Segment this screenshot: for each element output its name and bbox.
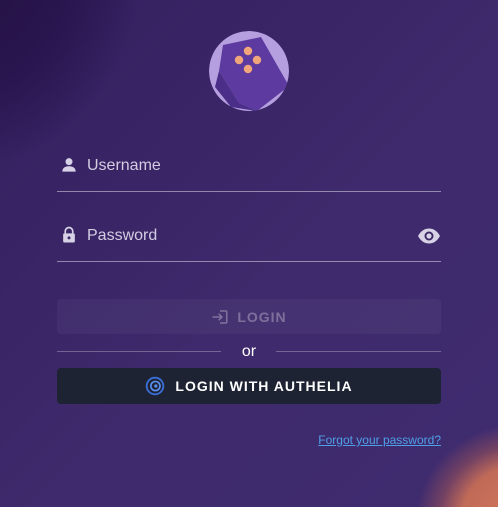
- login-with-authelia-button[interactable]: LOGIN WITH AUTHELIA: [57, 368, 441, 404]
- app-logo-icon: [209, 31, 289, 111]
- password-field: [57, 221, 441, 262]
- divider-text: or: [241, 343, 257, 360]
- login-button[interactable]: LOGIN: [57, 299, 441, 334]
- login-button-label: LOGIN: [237, 308, 287, 325]
- or-divider: or: [57, 342, 441, 362]
- username-field: [57, 151, 441, 192]
- eye-icon[interactable]: [417, 227, 441, 245]
- login-arrow-icon: [212, 309, 228, 324]
- app-logo: [209, 31, 289, 111]
- authelia-icon: [146, 376, 165, 396]
- authelia-button-label: LOGIN WITH AUTHELIA: [175, 378, 353, 394]
- password-input[interactable]: [87, 221, 407, 251]
- forgot-password-link[interactable]: Forgot your password?: [318, 433, 441, 447]
- lock-icon: [63, 226, 75, 243]
- username-input[interactable]: [87, 151, 407, 181]
- person-icon: [62, 158, 76, 172]
